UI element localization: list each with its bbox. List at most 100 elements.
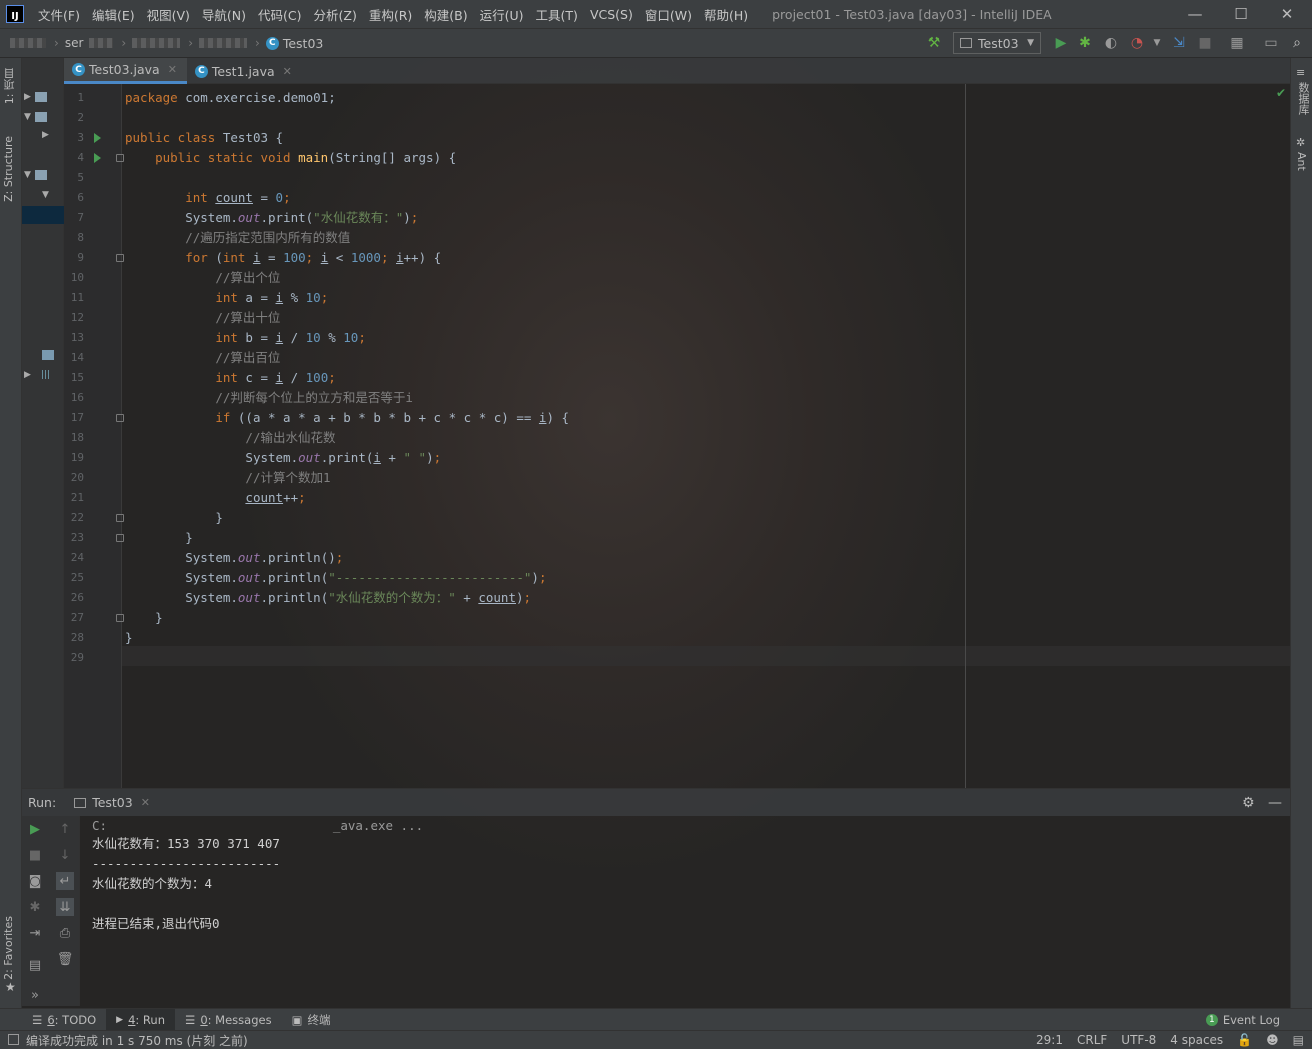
menu-code[interactable]: 代码(C) — [252, 5, 307, 24]
tree-node[interactable]: ▶ — [22, 126, 64, 144]
window-title: project01 - Test03.java [day03] - Intell… — [772, 6, 1052, 22]
maximize-button[interactable]: ☐ — [1218, 0, 1264, 28]
soft-wrap-icon[interactable]: ↵ — [56, 872, 74, 890]
stop-icon[interactable]: ■ — [26, 846, 44, 864]
fold-marker-icon[interactable] — [116, 414, 124, 422]
search-icon[interactable]: ⌕ — [1288, 34, 1306, 52]
arrow-down-icon[interactable]: ↓ — [56, 846, 74, 864]
breadcrumb-src[interactable]: ser — [65, 36, 84, 50]
menu-refactor[interactable]: 重构(R) — [363, 5, 418, 24]
breadcrumb-redacted[interactable] — [132, 38, 181, 48]
code-editor[interactable]: package com.exercise.demo01; public class… — [125, 84, 965, 684]
project-structure-icon[interactable]: ▦ — [1228, 34, 1246, 52]
console-output[interactable]: C: _ava.exe ... 水仙花数有：153 370 371 407 --… — [92, 816, 1282, 1006]
arrow-up-icon[interactable]: ↑ — [56, 820, 74, 838]
caret-position[interactable]: 29:1 — [1036, 1033, 1063, 1047]
close-icon[interactable]: ✕ — [168, 63, 177, 76]
file-encoding[interactable]: UTF-8 — [1121, 1033, 1156, 1047]
camera-icon[interactable]: ◙ — [26, 872, 44, 890]
ide-window: IJ 文件(F) 编辑(E) 视图(V) 导航(N) 代码(C) 分析(Z) 重… — [0, 0, 1312, 1049]
tree-node[interactable]: ▼ — [22, 166, 64, 184]
menu-tools[interactable]: 工具(T) — [530, 5, 584, 24]
fold-marker-icon[interactable] — [116, 154, 124, 162]
toggle-tool-windows-icon[interactable] — [8, 1034, 19, 1045]
run-gutter-icon[interactable] — [94, 133, 101, 143]
editor-gutter[interactable]: 1 2 3 4 5 6 7 8 9 10 11 12 13 14 15 16 17 18 19 20 21 22 23 24 2… — [64, 84, 124, 788]
tree-node[interactable] — [22, 346, 64, 364]
tab-test03[interactable]: C Test03.java ✕ — [64, 58, 187, 84]
menu-edit[interactable]: 编辑(E) — [86, 5, 141, 24]
tree-node[interactable]: ▶ — [22, 88, 64, 106]
tool-tab-terminal[interactable]: ▣ 终端 — [282, 1009, 341, 1031]
fold-marker-icon[interactable] — [116, 254, 124, 262]
breadcrumb-redacted[interactable] — [89, 38, 114, 48]
chevron-down-icon[interactable]: ▼ — [1148, 34, 1166, 52]
run-tab-test03[interactable]: Test03 ✕ — [74, 795, 150, 810]
indent-setting[interactable]: 4 spaces — [1170, 1033, 1223, 1047]
debug-icon[interactable]: ✱ — [1076, 34, 1094, 52]
run-icon[interactable]: ▶ — [1052, 34, 1070, 52]
no-problems-check-icon[interactable]: ✔ — [1276, 86, 1286, 100]
layout-icon[interactable]: ▭ — [1262, 34, 1280, 52]
exit-icon[interactable]: ⇥ — [26, 924, 44, 942]
close-icon[interactable]: ✕ — [283, 65, 292, 78]
tool-tab-run[interactable]: ▶ 4: Run — [106, 1008, 175, 1031]
code-token: public class — [125, 130, 223, 145]
status-message[interactable]: 编译成功完成 in 1 s 750 ms (片刻 之前) — [26, 1032, 248, 1049]
tool-tab-todo[interactable]: ☰ 6: TODO — [22, 1009, 106, 1031]
layout-icon[interactable]: ▤ — [26, 956, 44, 974]
structure-tool-button[interactable]: Z: Structure — [2, 136, 15, 202]
fold-marker-icon[interactable] — [116, 614, 124, 622]
breadcrumb-file[interactable]: Test03 — [283, 36, 324, 51]
notifications-icon[interactable]: ▤ — [1293, 1033, 1304, 1047]
line-number: 1 — [77, 91, 84, 104]
gear-icon[interactable]: ⚙ — [1242, 795, 1255, 811]
build-hammer-icon[interactable]: ⚒ — [925, 34, 943, 52]
breadcrumb-redacted[interactable] — [199, 38, 248, 48]
code-line: for (int i = 100; i < 1000; i++) { — [125, 248, 441, 268]
stop-icon[interactable]: ■ — [1196, 34, 1214, 52]
menu-navigate[interactable]: 导航(N) — [196, 5, 252, 24]
menu-vcs[interactable]: VCS(S) — [584, 7, 639, 22]
event-log-button[interactable]: 1 Event Log — [1205, 1009, 1280, 1031]
scroll-to-end-icon[interactable]: ⇊ — [56, 898, 74, 916]
menu-window[interactable]: 窗口(W) — [639, 5, 698, 24]
profile-icon[interactable]: ◔ — [1128, 34, 1146, 52]
tree-node[interactable]: ▼ — [22, 108, 64, 126]
coverage-icon[interactable]: ◐ — [1102, 34, 1120, 52]
tool-tab-messages[interactable]: ☰ 0: Messages — [175, 1009, 282, 1031]
print-icon[interactable]: ⎙ — [56, 924, 74, 942]
breadcrumb-redacted[interactable] — [10, 38, 46, 48]
close-button[interactable]: ✕ — [1264, 0, 1310, 28]
menu-analyze[interactable]: 分析(Z) — [308, 5, 363, 24]
menu-view[interactable]: 视图(V) — [141, 5, 196, 24]
line-number: 18 — [70, 431, 84, 444]
fold-marker-icon[interactable] — [116, 514, 124, 522]
attach-icon[interactable]: ⇲ — [1170, 34, 1188, 52]
close-icon[interactable]: ✕ — [141, 796, 150, 809]
tree-node-selected[interactable] — [22, 206, 64, 224]
menu-run[interactable]: 运行(U) — [474, 5, 530, 24]
more-icon[interactable]: » — [26, 986, 44, 1004]
line-separator[interactable]: CRLF — [1077, 1033, 1107, 1047]
fold-marker-icon[interactable] — [116, 534, 124, 542]
minimize-button[interactable]: — — [1172, 0, 1218, 28]
hide-panel-icon[interactable]: — — [1268, 795, 1282, 811]
project-tool-button[interactable]: 1: 项目 — [2, 68, 18, 104]
rerun-icon[interactable]: ▶ — [26, 820, 44, 838]
tab-test1[interactable]: C Test1.java ✕ — [187, 58, 302, 84]
restore-layout-icon[interactable]: ✱ — [26, 898, 44, 916]
menu-help[interactable]: 帮助(H) — [698, 5, 754, 24]
favorites-tool-button[interactable]: 2: Favorites — [2, 916, 15, 980]
run-configuration-select[interactable]: Test03 ▼ — [953, 32, 1041, 54]
tree-node[interactable]: ▼ — [22, 186, 64, 204]
tree-node[interactable]: ▶ ||| — [22, 366, 64, 384]
ant-tool-button[interactable]: Ant — [1295, 152, 1308, 171]
database-tool-button[interactable]: 数据库 — [1295, 82, 1311, 115]
trash-icon[interactable]: 🗑 — [56, 950, 74, 968]
run-gutter-icon[interactable] — [94, 153, 101, 163]
menu-build[interactable]: 构建(B) — [418, 5, 473, 24]
inspector-icon[interactable]: ☻ — [1266, 1033, 1279, 1047]
menu-file[interactable]: 文件(F) — [32, 5, 86, 24]
lock-icon[interactable]: 🔓 — [1237, 1033, 1252, 1047]
